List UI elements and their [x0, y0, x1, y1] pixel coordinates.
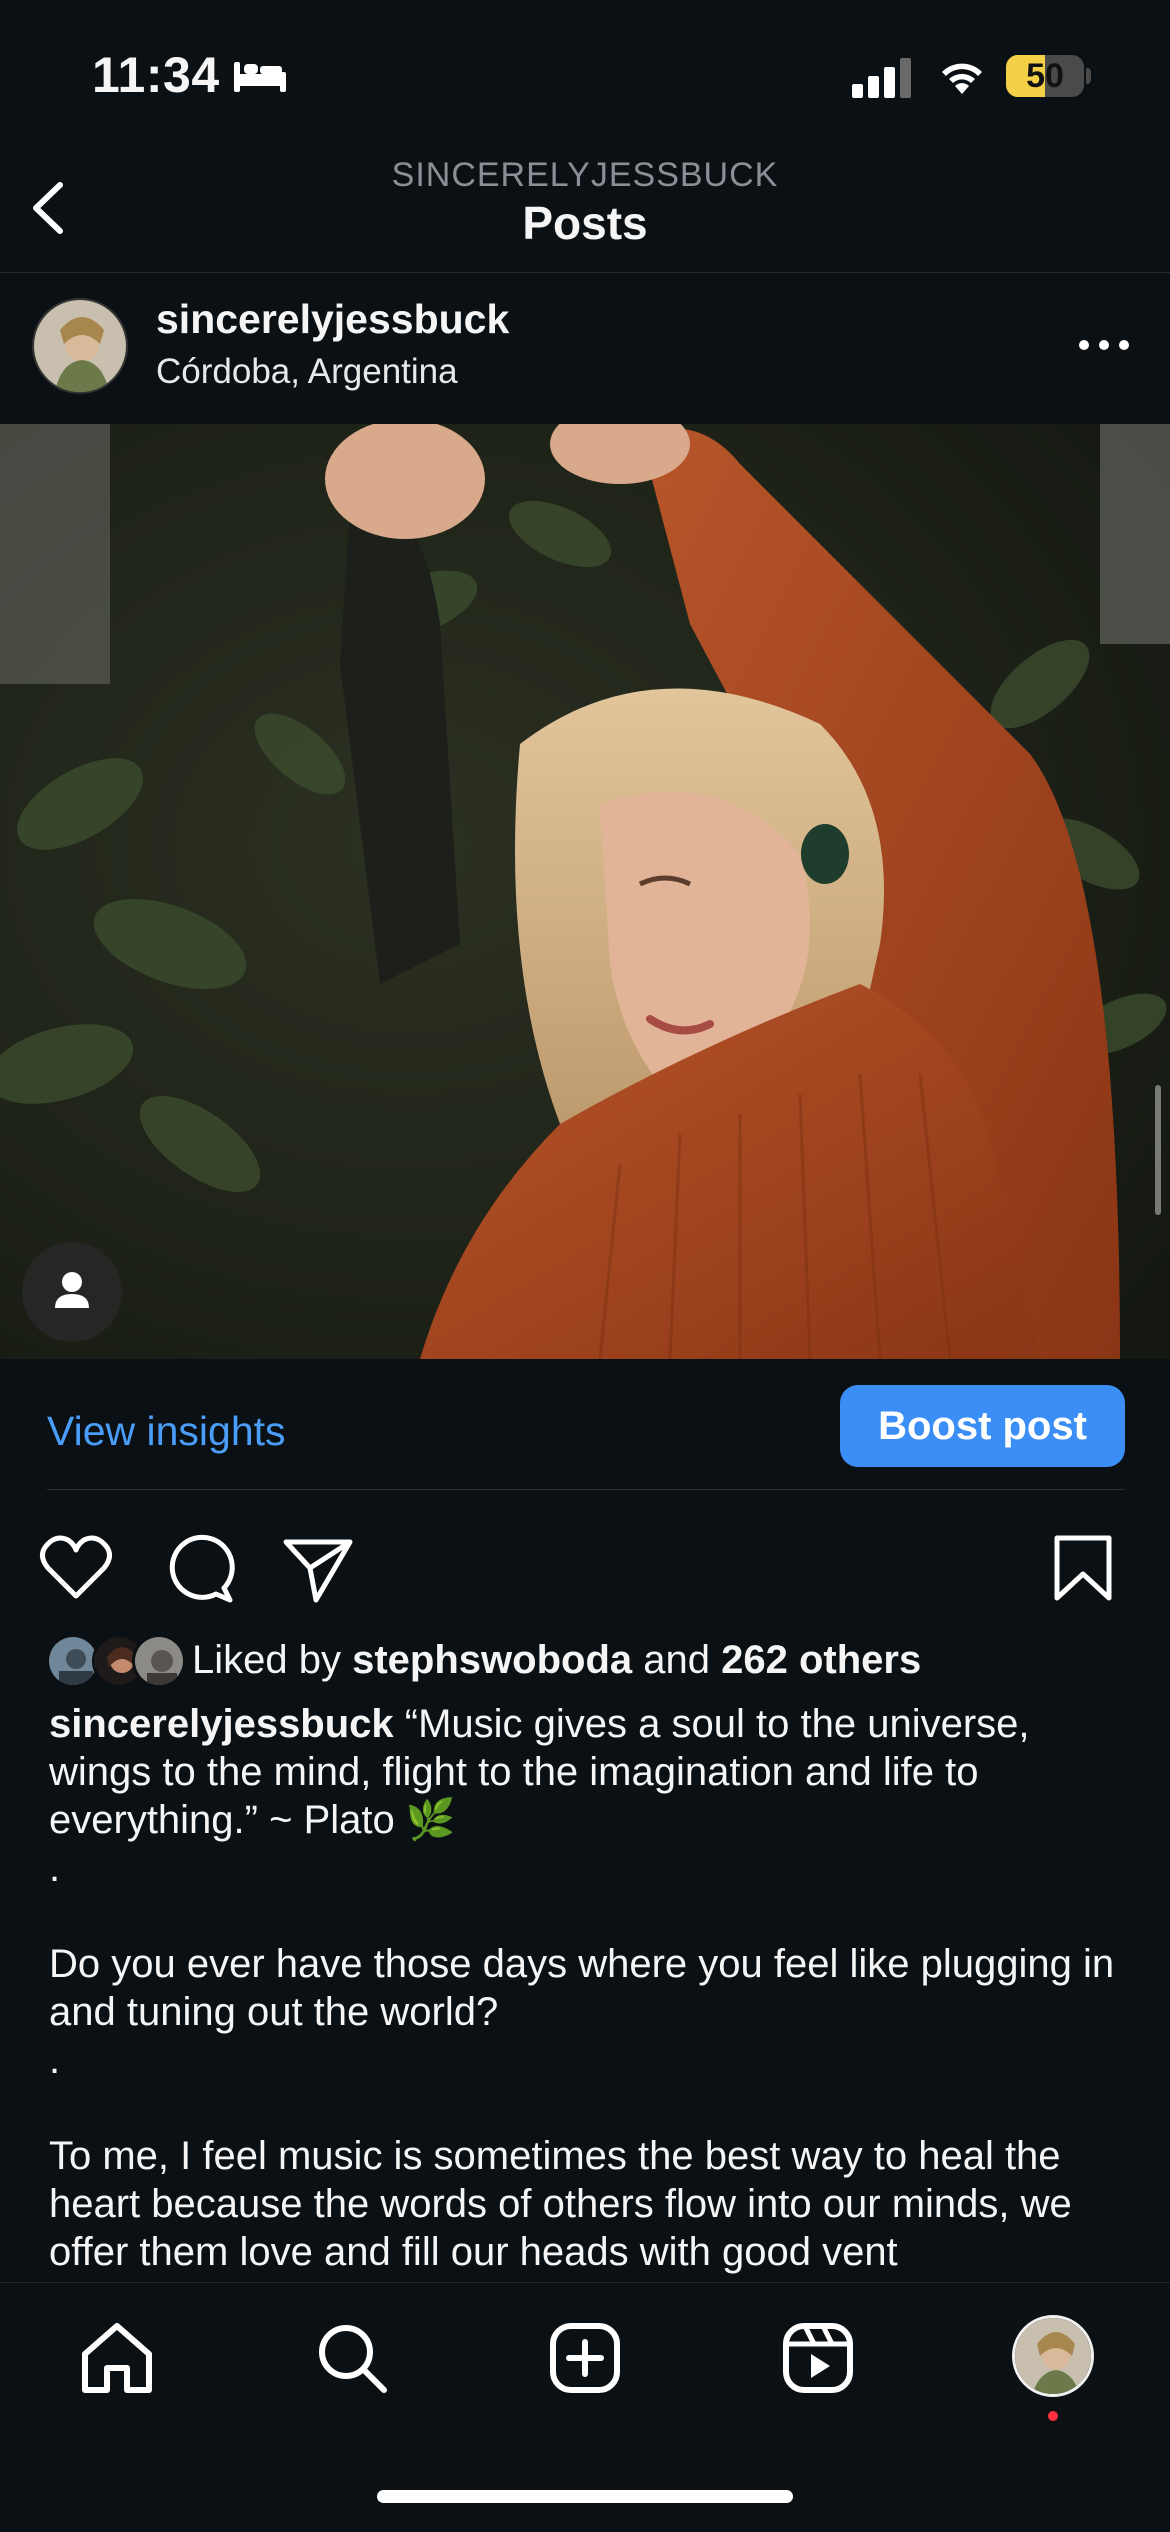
liker-username[interactable]: stephswoboda: [352, 1638, 632, 1682]
caption-separator: .: [49, 1846, 61, 1890]
signal-icon: [852, 58, 911, 98]
likes-summary[interactable]: Liked by stephswoboda and 262 others: [192, 1638, 921, 1683]
likes-count[interactable]: 262 others: [721, 1638, 921, 1682]
post-header: sincerelyjessbuck Córdoba, Argentina: [0, 274, 1170, 424]
bookmark-icon[interactable]: [1045, 1530, 1121, 1606]
view-insights-link[interactable]: View insights: [47, 1408, 286, 1455]
home-icon[interactable]: [77, 2318, 157, 2398]
wifi-icon: [942, 63, 982, 94]
notification-dot: [1048, 2411, 1058, 2421]
battery-icon: 50: [1006, 55, 1091, 97]
nav-header: SINCERELYJESSBUCK Posts: [0, 150, 1170, 273]
caption-paragraph: To me, I feel music is sometimes the bes…: [49, 2134, 1072, 2274]
insights-row: View insights Boost post: [0, 1360, 1170, 1490]
comment-icon[interactable]: [160, 1530, 236, 1606]
post-photo[interactable]: [0, 424, 1170, 1359]
post-caption: sincerelyjessbuck “Music gives a soul to…: [49, 1700, 1129, 2280]
more-options-icon[interactable]: [1074, 330, 1134, 360]
post-actions: [0, 1500, 1170, 1630]
boost-post-button[interactable]: Boost post: [840, 1385, 1125, 1467]
heart-icon[interactable]: [38, 1530, 114, 1606]
caption-paragraph: Do you ever have those days where you fe…: [49, 1942, 1115, 2034]
tagged-people-button[interactable]: [22, 1242, 122, 1342]
caption-separator: .: [49, 2038, 61, 2082]
scrollbar[interactable]: [1155, 1085, 1161, 1215]
caption-username[interactable]: sincerelyjessbuck: [49, 1702, 394, 1746]
bed-icon: [234, 62, 286, 92]
share-icon[interactable]: [280, 1530, 356, 1606]
reels-icon[interactable]: [778, 2318, 858, 2398]
page-title: Posts: [522, 197, 648, 249]
profile-avatar[interactable]: [1012, 2315, 1094, 2397]
header-subtitle: SINCERELYJESSBUCK: [391, 156, 779, 194]
person-icon: [55, 1272, 89, 1308]
status-bar: 11:34 50: [0, 0, 1170, 150]
avatar[interactable]: [32, 298, 128, 394]
battery-level: 50: [1026, 57, 1064, 95]
create-icon[interactable]: [545, 2318, 625, 2398]
search-icon[interactable]: [312, 2318, 392, 2398]
liker-avatar: [132, 1634, 186, 1688]
post-username[interactable]: sincerelyjessbuck: [156, 296, 509, 343]
status-time: 11:34: [92, 47, 220, 103]
likes-row[interactable]: Liked by stephswoboda and 262 others: [0, 1632, 1170, 1692]
divider: [47, 1489, 1125, 1490]
home-indicator[interactable]: [377, 2490, 793, 2503]
post-location[interactable]: Córdoba, Argentina: [156, 352, 458, 392]
